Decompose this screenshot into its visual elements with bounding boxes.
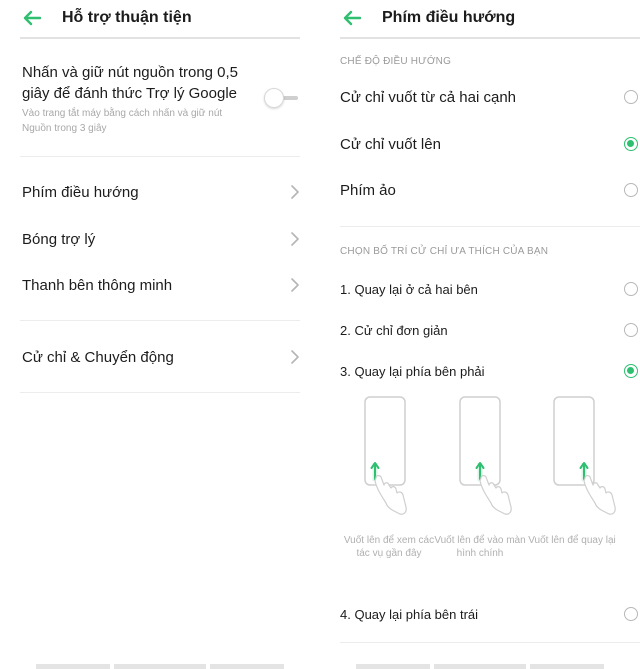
divider bbox=[20, 156, 300, 157]
layout-option-simple-gestures[interactable]: 2. Cử chỉ đơn giản bbox=[340, 315, 640, 345]
radio-button[interactable] bbox=[624, 323, 638, 337]
menu-item-smart-sidebar[interactable]: Thanh bên thông minh bbox=[22, 268, 302, 302]
header-divider bbox=[340, 37, 640, 39]
illustration-caption-back: Vuốt lên để quay lại bbox=[528, 535, 616, 546]
mode-option-swipe-up[interactable]: Cử chỉ vuốt lên bbox=[340, 129, 640, 159]
toggle-switch[interactable] bbox=[264, 88, 300, 108]
chevron-right-icon bbox=[288, 185, 302, 199]
option-label: Cử chỉ vuốt lên bbox=[340, 135, 441, 153]
arrow-left-icon bbox=[343, 10, 361, 26]
gesture-illustration-recents bbox=[364, 396, 407, 515]
toggle-title: Nhấn và giữ nút nguồn trong 0,5 giây để … bbox=[22, 64, 239, 102]
option-label: Cử chỉ vuốt từ cả hai cạnh bbox=[340, 88, 517, 106]
menu-item-label: Phím điều hướng bbox=[22, 183, 139, 201]
chevron-right-icon bbox=[288, 350, 302, 364]
option-label: Phím ảo bbox=[340, 181, 396, 199]
menu-item-gestures-motions[interactable]: Cử chỉ & Chuyển động bbox=[22, 340, 302, 374]
chevron-right-icon bbox=[288, 232, 302, 246]
mode-option-virtual-keys[interactable]: Phím ảo bbox=[340, 175, 640, 205]
section-label-gesture-layout: CHỌN BỐ TRÍ CỬ CHỈ ƯA THÍCH CỦA BẠN bbox=[340, 246, 549, 257]
layout-option-back-both-sides[interactable]: 1. Quay lại ở cả hai bên bbox=[340, 274, 640, 304]
page-title: Phím điều hướng bbox=[382, 9, 516, 26]
radio-button-selected[interactable] bbox=[624, 137, 638, 151]
nav-bar-segment bbox=[210, 664, 284, 669]
menu-item-label: Bóng trợ lý bbox=[22, 230, 96, 248]
illustration-caption-home: Vuốt lên để vào màn hình chính bbox=[434, 535, 526, 559]
radio-button[interactable] bbox=[624, 183, 638, 197]
illustration-caption-recents: Vuốt lên để xem các tác vụ gần đây bbox=[343, 535, 435, 559]
back-button[interactable] bbox=[340, 6, 364, 30]
right-screen: Phím điều hướng CHẾ ĐỘ ĐIỀU HƯỚNG Cử chỉ… bbox=[320, 0, 640, 669]
hand-swipe-up-icon bbox=[583, 475, 616, 515]
page-title: Hỗ trợ thuận tiện bbox=[62, 9, 192, 26]
divider bbox=[20, 320, 300, 321]
left-screen: Hỗ trợ thuận tiện Nhấn và giữ nút nguồn … bbox=[0, 0, 320, 669]
divider bbox=[340, 642, 640, 643]
option-label: 2. Cử chỉ đơn giản bbox=[340, 322, 448, 338]
menu-item-label: Thanh bên thông minh bbox=[22, 276, 173, 294]
toggle-subtitle: Vào trang tắt máy bằng cách nhấn và giữ … bbox=[22, 108, 223, 134]
option-label: 3. Quay lại phía bên phải bbox=[340, 363, 485, 379]
nav-bar-segment bbox=[434, 664, 526, 669]
switch-knob bbox=[264, 88, 284, 108]
mode-option-swipe-both-sides[interactable]: Cử chỉ vuốt từ cả hai cạnh bbox=[340, 82, 640, 112]
nav-bar-segment bbox=[36, 664, 110, 669]
menu-item-navigation-keys[interactable]: Phím điều hướng bbox=[22, 175, 302, 209]
radio-button[interactable] bbox=[624, 90, 638, 104]
right-header: Phím điều hướng bbox=[340, 0, 515, 36]
header-divider bbox=[20, 37, 300, 39]
section-label-navigation-mode: CHẾ ĐỘ ĐIỀU HƯỚNG bbox=[340, 56, 452, 67]
radio-button[interactable] bbox=[624, 282, 638, 296]
radio-button[interactable] bbox=[624, 607, 638, 621]
option-label: 1. Quay lại ở cả hai bên bbox=[340, 281, 478, 297]
divider bbox=[20, 392, 300, 393]
menu-item-assistive-ball[interactable]: Bóng trợ lý bbox=[22, 222, 302, 256]
nav-bar-segment bbox=[356, 664, 430, 669]
option-label: 4. Quay lại phía bên trái bbox=[340, 606, 479, 622]
google-assistant-toggle-row[interactable]: Nhấn và giữ nút nguồn trong 0,5 giây để … bbox=[22, 62, 302, 136]
arrow-left-icon bbox=[23, 10, 41, 26]
chevron-right-icon bbox=[288, 278, 302, 292]
gesture-illustration-back bbox=[553, 396, 616, 515]
nav-bar-segment bbox=[114, 664, 206, 669]
layout-option-back-right[interactable]: 3. Quay lại phía bên phải bbox=[340, 356, 640, 386]
gesture-illustration-home bbox=[459, 396, 512, 515]
radio-button-selected[interactable] bbox=[624, 364, 638, 378]
divider bbox=[340, 226, 640, 227]
nav-bar-segment bbox=[530, 664, 604, 669]
back-button[interactable] bbox=[20, 6, 44, 30]
layout-option-back-left[interactable]: 4. Quay lại phía bên trái bbox=[340, 599, 640, 629]
left-header: Hỗ trợ thuận tiện bbox=[20, 0, 192, 36]
menu-item-label: Cử chỉ & Chuyển động bbox=[22, 348, 174, 366]
